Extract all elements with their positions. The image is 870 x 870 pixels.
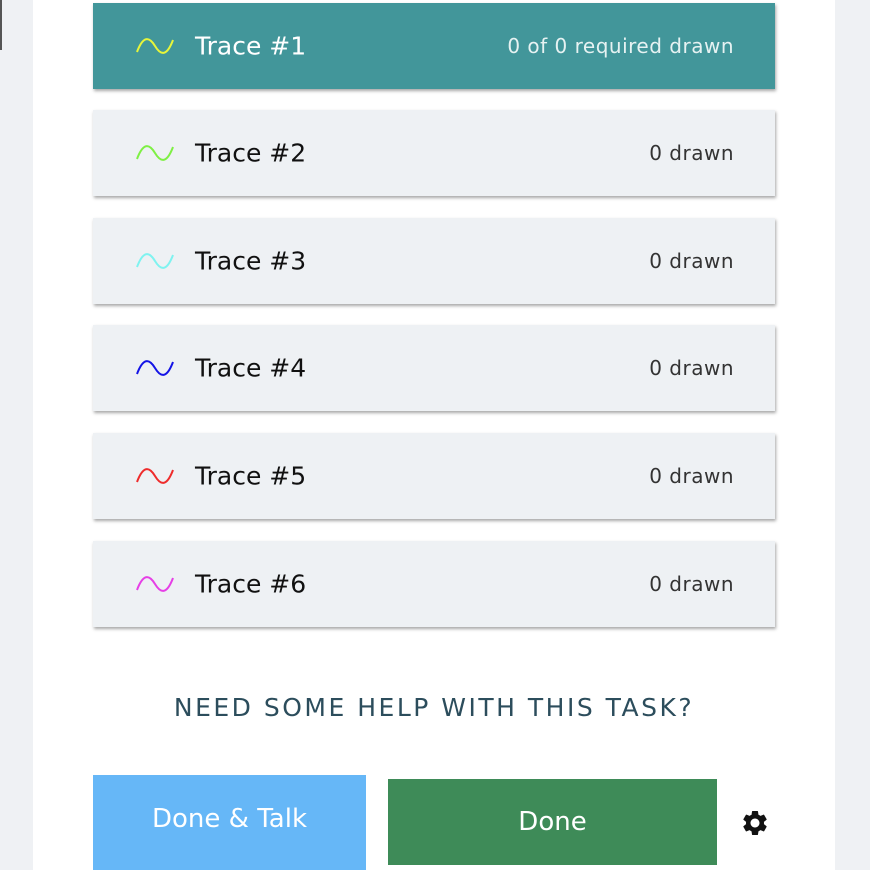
trace-button-3[interactable]: Trace #3 0 drawn	[93, 218, 775, 304]
trace-button-1[interactable]: Trace #1 0 of 0 required drawn	[93, 3, 775, 89]
trace-button-6[interactable]: Trace #6 0 drawn	[93, 541, 775, 627]
sine-wave-icon	[136, 145, 174, 161]
left-edge-divider	[0, 0, 2, 50]
trace-count: 0 of 0 required drawn	[507, 34, 734, 58]
trace-button-2[interactable]: Trace #2 0 drawn	[93, 110, 775, 196]
trace-label: Trace #4	[195, 353, 307, 383]
trace-count: 0 drawn	[649, 464, 734, 488]
done-button[interactable]: Done	[388, 779, 717, 865]
sine-wave-icon	[136, 360, 174, 376]
trace-count: 0 drawn	[649, 572, 734, 596]
trace-count: 0 drawn	[649, 356, 734, 380]
trace-label: Trace #3	[195, 246, 307, 276]
trace-count: 0 drawn	[649, 141, 734, 165]
trace-label: Trace #6	[195, 569, 307, 599]
trace-count: 0 drawn	[649, 249, 734, 273]
trace-label: Trace #5	[195, 461, 307, 491]
sine-wave-icon	[136, 38, 174, 54]
task-panel: Trace #1 0 of 0 required drawn Trace #2 …	[33, 0, 835, 870]
trace-button-5[interactable]: Trace #5 0 drawn	[93, 433, 775, 519]
trace-label: Trace #2	[195, 138, 307, 168]
sine-wave-icon	[136, 468, 174, 484]
sine-wave-icon	[136, 576, 174, 592]
gear-icon[interactable]	[740, 808, 770, 838]
done-and-talk-button[interactable]: Done & Talk	[93, 775, 366, 870]
trace-button-4[interactable]: Trace #4 0 drawn	[93, 325, 775, 411]
sine-wave-icon	[136, 253, 174, 269]
trace-label: Trace #1	[195, 31, 307, 61]
help-link[interactable]: NEED SOME HELP WITH THIS TASK?	[33, 693, 835, 722]
